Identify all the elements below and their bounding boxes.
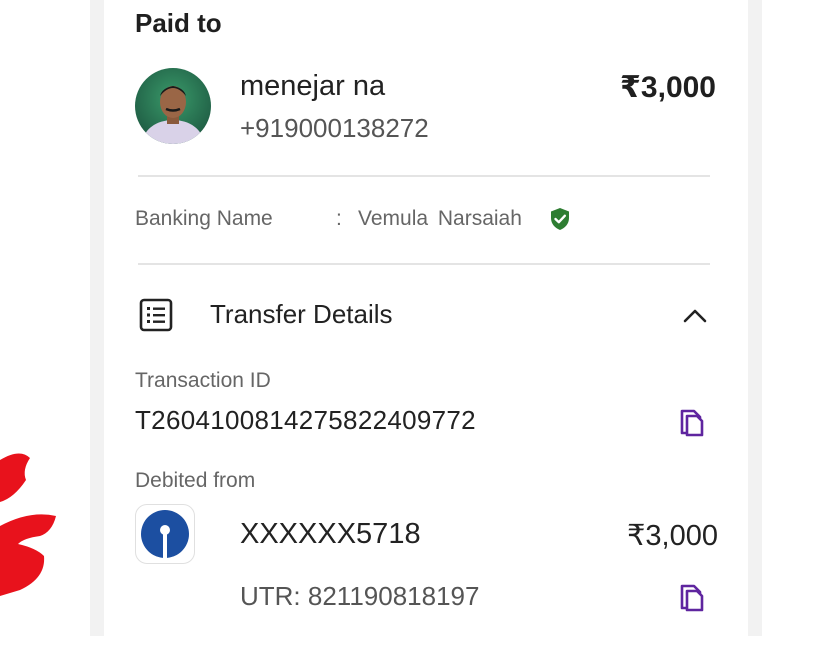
divider xyxy=(138,175,710,177)
banking-name-value: Vemula Narsaiah xyxy=(358,207,522,230)
copy-icon[interactable] xyxy=(678,582,706,612)
copy-icon[interactable] xyxy=(678,407,706,437)
banking-name-colon: : xyxy=(336,207,342,230)
avatar-photo xyxy=(135,68,211,144)
debit-account-number: XXXXXX5718 xyxy=(240,518,421,550)
chevron-up-icon[interactable] xyxy=(680,304,710,328)
transaction-id-label: Transaction ID xyxy=(135,369,271,392)
utr-number: UTR: 821190818197 xyxy=(240,581,480,611)
transfer-details-title: Transfer Details xyxy=(210,299,393,329)
transaction-id-value: T2604100814275822409772 xyxy=(135,405,476,435)
shield-check-icon xyxy=(549,207,571,231)
paid-to-heading: Paid to xyxy=(135,8,222,38)
red-scribble-marks xyxy=(0,440,80,600)
receipt-list-icon xyxy=(139,298,173,332)
bank-logo-icon xyxy=(135,504,195,564)
right-frame-strip xyxy=(748,0,762,649)
bottom-frame-strip xyxy=(0,636,816,649)
payee-name: menejar na xyxy=(240,70,386,102)
debit-amount: ₹3,000 xyxy=(626,520,718,552)
banking-name-label: Banking Name xyxy=(135,207,273,230)
left-frame-strip xyxy=(90,0,104,649)
payee-phone: +919000138272 xyxy=(240,113,429,143)
payee-avatar[interactable] xyxy=(135,68,211,144)
paid-amount: ₹3,000 xyxy=(620,71,716,104)
debited-from-label: Debited from xyxy=(135,469,256,492)
divider xyxy=(138,263,710,265)
